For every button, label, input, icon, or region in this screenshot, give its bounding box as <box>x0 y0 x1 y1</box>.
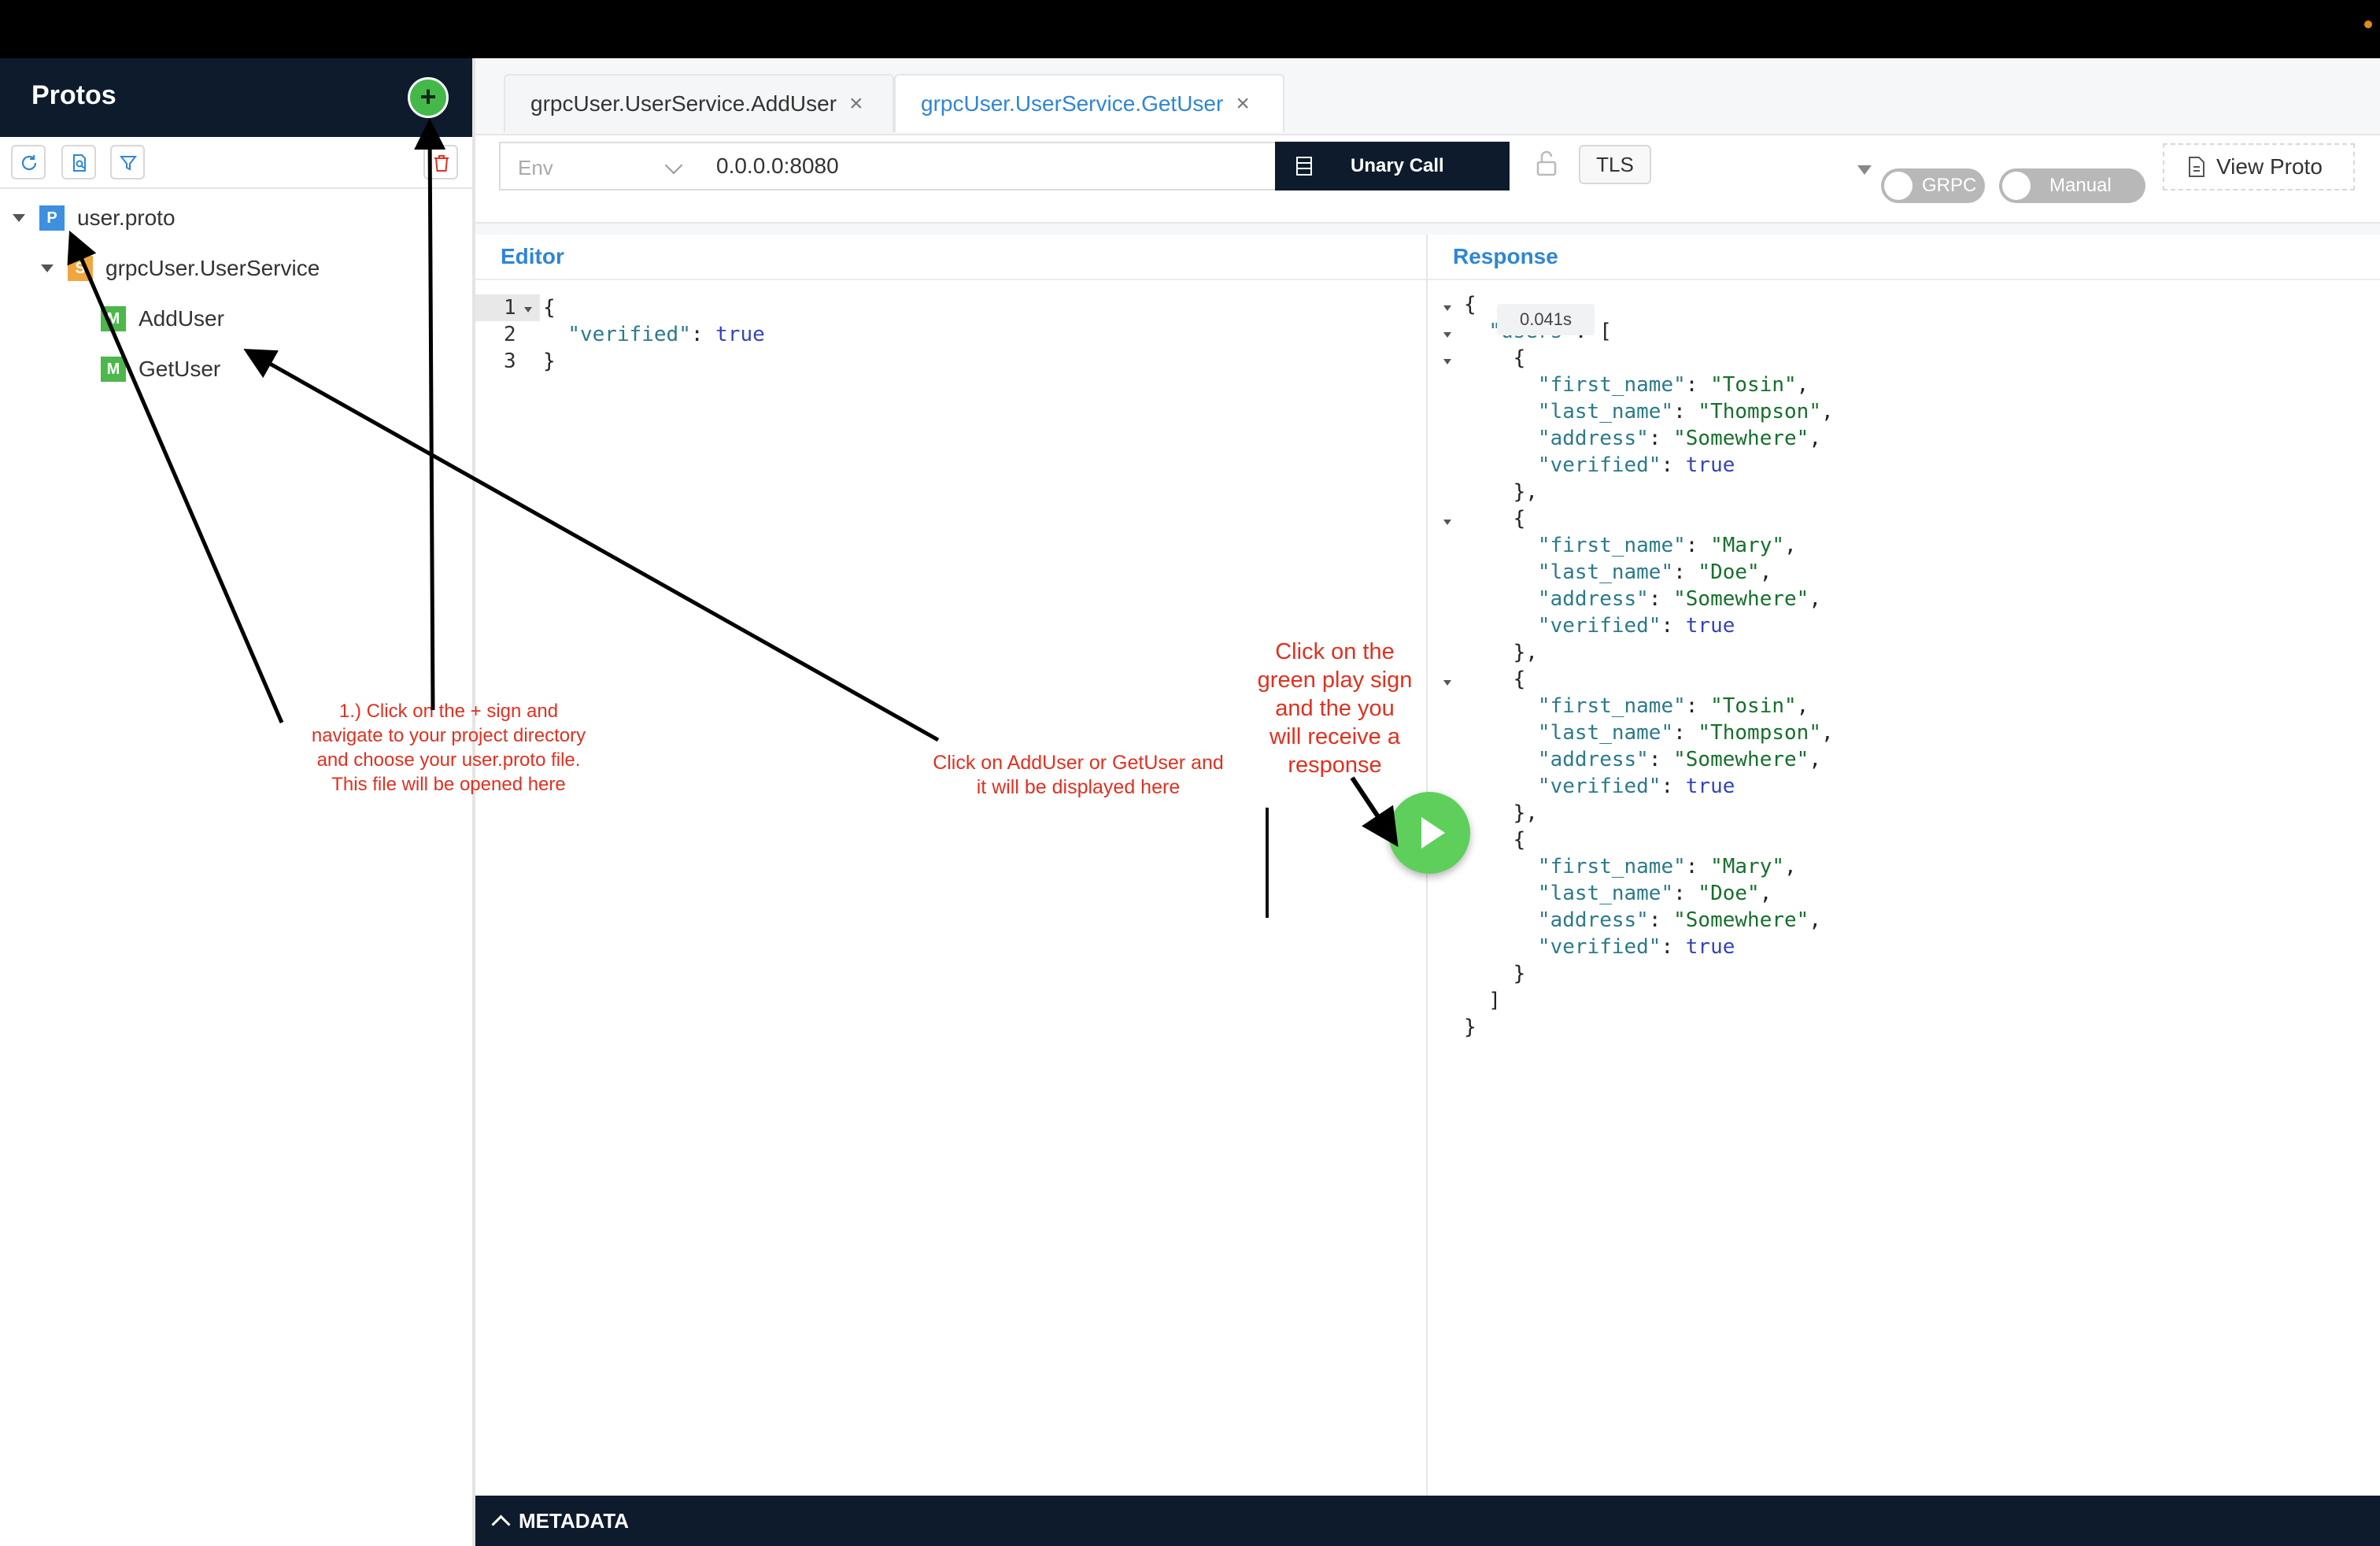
arrow-to-play-button <box>1350 776 1399 847</box>
annotation-arrows <box>67 118 1399 847</box>
arrow-to-proto-file <box>67 230 284 723</box>
arrow-to-methods <box>243 349 940 742</box>
arrow-to-add-button <box>414 118 446 711</box>
